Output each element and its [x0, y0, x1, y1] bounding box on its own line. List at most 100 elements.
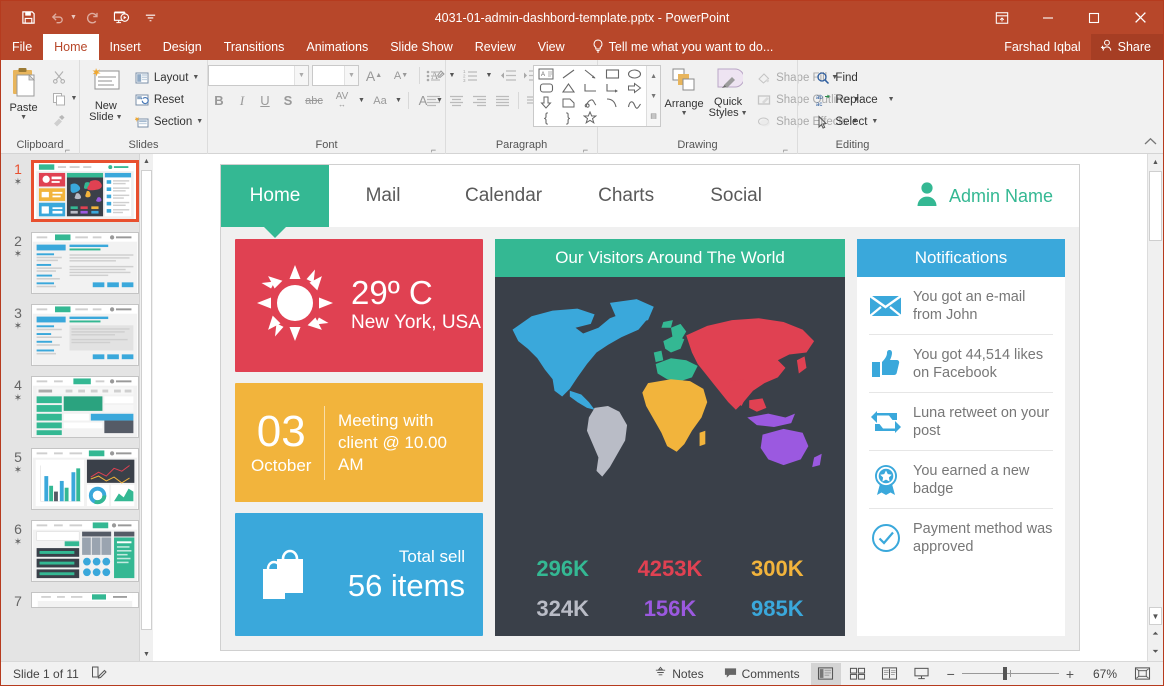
- dashboard-tab-calendar[interactable]: Calendar: [437, 165, 570, 227]
- character-spacing-dropdown-icon[interactable]: ▼: [356, 90, 367, 111]
- replace-button[interactable]: ab ac Replace ▼: [812, 89, 897, 110]
- notification-item[interactable]: Payment method was approved: [869, 509, 1053, 566]
- dashboard-tab-home[interactable]: Home: [221, 165, 329, 227]
- shape-elbow-connector-icon[interactable]: [579, 81, 601, 95]
- select-button[interactable]: Select ▼: [812, 111, 897, 132]
- strikethrough-button[interactable]: abc: [300, 90, 328, 111]
- paste-dropdown-icon[interactable]: ▼: [20, 114, 27, 121]
- bold-button[interactable]: B: [208, 90, 230, 111]
- scroll-thumb[interactable]: [1149, 171, 1162, 241]
- thumbnail-slide-3[interactable]: 3 ✶: [1, 304, 153, 366]
- notification-item[interactable]: You got 44,514 likes on Facebook: [869, 335, 1053, 393]
- calendar-card[interactable]: 03 October Meeting with client @ 10.00 A…: [235, 382, 483, 503]
- redo-icon[interactable]: [80, 6, 106, 30]
- zoom-percent-label[interactable]: 67%: [1081, 667, 1117, 681]
- shape-curve-icon[interactable]: [601, 96, 623, 110]
- reset-button[interactable]: Reset: [131, 89, 206, 110]
- italic-button[interactable]: I: [231, 90, 253, 111]
- ribbon-display-options-icon[interactable]: [979, 1, 1025, 34]
- arrange-button[interactable]: Arrange ▼: [663, 65, 705, 117]
- thumbnail-scroll-thumb[interactable]: [141, 170, 152, 630]
- tab-file[interactable]: File: [1, 34, 43, 60]
- minimize-icon[interactable]: [1025, 1, 1071, 34]
- zoom-out-button[interactable]: −: [947, 666, 955, 682]
- shape-rounded-rect-icon[interactable]: [535, 81, 557, 95]
- slide-notes-icon[interactable]: [91, 665, 107, 682]
- slide-vertical-scrollbar[interactable]: ▲ ▼ ⏶ ⏷: [1147, 154, 1163, 661]
- font-name-dropdown-icon[interactable]: ▼: [294, 66, 308, 85]
- next-slide-icon[interactable]: ⏷: [1148, 643, 1163, 661]
- shape-scribble-icon[interactable]: [579, 96, 601, 110]
- numbering-dropdown-icon[interactable]: ▼: [483, 65, 496, 86]
- decrease-indent-button[interactable]: [497, 65, 519, 86]
- dashboard-tab-charts[interactable]: Charts: [570, 165, 682, 227]
- slide-1[interactable]: Home Mail Calendar Charts Social Admin N…: [221, 165, 1079, 650]
- paragraph-dialog-launcher[interactable]: ⌐: [580, 141, 591, 155]
- scroll-down-icon[interactable]: ▼: [1149, 607, 1162, 625]
- account-name[interactable]: Farshad Iqbal: [994, 40, 1090, 54]
- tab-slide-show[interactable]: Slide Show: [379, 34, 464, 60]
- clipboard-dialog-launcher[interactable]: ⌐: [62, 141, 73, 155]
- tab-home[interactable]: Home: [43, 34, 99, 60]
- align-right-button[interactable]: [469, 90, 491, 111]
- drawing-dialog-launcher[interactable]: ⌐: [780, 141, 791, 155]
- tab-view[interactable]: View: [527, 34, 576, 60]
- thumbnail-slide-7[interactable]: 7: [1, 592, 153, 609]
- slide-canvas[interactable]: Home Mail Calendar Charts Social Admin N…: [153, 154, 1147, 661]
- scroll-up-icon[interactable]: ▲: [1148, 154, 1163, 170]
- shape-rectangle-icon[interactable]: [601, 67, 623, 81]
- shape-right-brace-icon[interactable]: }: [557, 110, 579, 125]
- slideshow-icon[interactable]: [907, 663, 937, 685]
- align-center-button[interactable]: [446, 90, 468, 111]
- bullets-dropdown-icon[interactable]: ▼: [446, 65, 459, 86]
- dashboard-tab-social[interactable]: Social: [682, 165, 790, 227]
- previous-slide-icon[interactable]: ⏶: [1148, 625, 1163, 643]
- undo-dropdown-icon[interactable]: ▼: [70, 14, 77, 21]
- change-case-dropdown-icon[interactable]: ▼: [393, 90, 404, 111]
- font-size-combo[interactable]: ▼: [312, 65, 359, 86]
- close-icon[interactable]: [1117, 1, 1163, 34]
- notification-item[interactable]: You got an e-mail from John: [869, 277, 1053, 335]
- align-left-button[interactable]: [423, 90, 445, 111]
- shape-triangle-icon[interactable]: [557, 81, 579, 95]
- font-size-dropdown-icon[interactable]: ▼: [344, 66, 358, 85]
- world-map-card[interactable]: Our Visitors Around The World 296K 4253K…: [495, 239, 845, 636]
- tab-transitions[interactable]: Transitions: [213, 34, 296, 60]
- tab-design[interactable]: Design: [152, 34, 213, 60]
- fit-to-window-icon[interactable]: [1127, 663, 1157, 685]
- shapes-scroll-up-icon[interactable]: ▲: [647, 66, 660, 86]
- shape-right-arrow-icon[interactable]: [623, 81, 645, 95]
- shape-down-arrow-icon[interactable]: [535, 96, 557, 110]
- shape-star-icon[interactable]: [579, 110, 601, 125]
- change-case-button[interactable]: Aa: [368, 90, 392, 111]
- shape-oval-icon[interactable]: [623, 67, 645, 81]
- character-spacing-button[interactable]: AV ↔: [329, 90, 355, 111]
- shape-pentagon-icon[interactable]: [557, 96, 579, 110]
- numbering-button[interactable]: 123: [460, 65, 482, 86]
- share-button[interactable]: Share: [1090, 34, 1163, 60]
- arrange-dropdown-icon[interactable]: ▼: [681, 110, 688, 117]
- thumbnail-slide-6[interactable]: 6 ✶: [1, 520, 153, 582]
- sales-card[interactable]: Total sell 56 items: [235, 513, 483, 636]
- layout-button[interactable]: Layout ▼: [131, 67, 206, 88]
- save-icon[interactable]: [15, 6, 41, 30]
- decrease-font-size-button[interactable]: A ▼: [389, 65, 413, 86]
- shape-arrow-icon[interactable]: [579, 67, 601, 81]
- shapes-gallery[interactable]: A { } ▲ ▼ ▤: [533, 65, 662, 127]
- dashboard-tab-mail[interactable]: Mail: [329, 165, 437, 227]
- shape-elbow-arrow-icon[interactable]: [601, 81, 623, 95]
- undo-icon[interactable]: [44, 6, 70, 30]
- shape-textbox-icon[interactable]: A: [535, 67, 557, 81]
- restore-icon[interactable]: [1071, 1, 1117, 34]
- find-button[interactable]: Find: [812, 67, 897, 88]
- start-presentation-icon[interactable]: [109, 6, 135, 30]
- shape-left-brace-icon[interactable]: {: [535, 110, 557, 125]
- quick-styles-button[interactable]: Quick Styles ▼: [707, 65, 749, 119]
- normal-view-icon[interactable]: [810, 662, 841, 685]
- thumbnail-slide-5[interactable]: 5 ✶: [1, 448, 153, 510]
- slide-sorter-icon[interactable]: [843, 663, 873, 685]
- customize-qat-icon[interactable]: [138, 6, 164, 30]
- font-name-combo[interactable]: ▼: [208, 65, 309, 86]
- bullets-button[interactable]: [423, 65, 445, 86]
- comments-button[interactable]: Comments: [715, 663, 809, 685]
